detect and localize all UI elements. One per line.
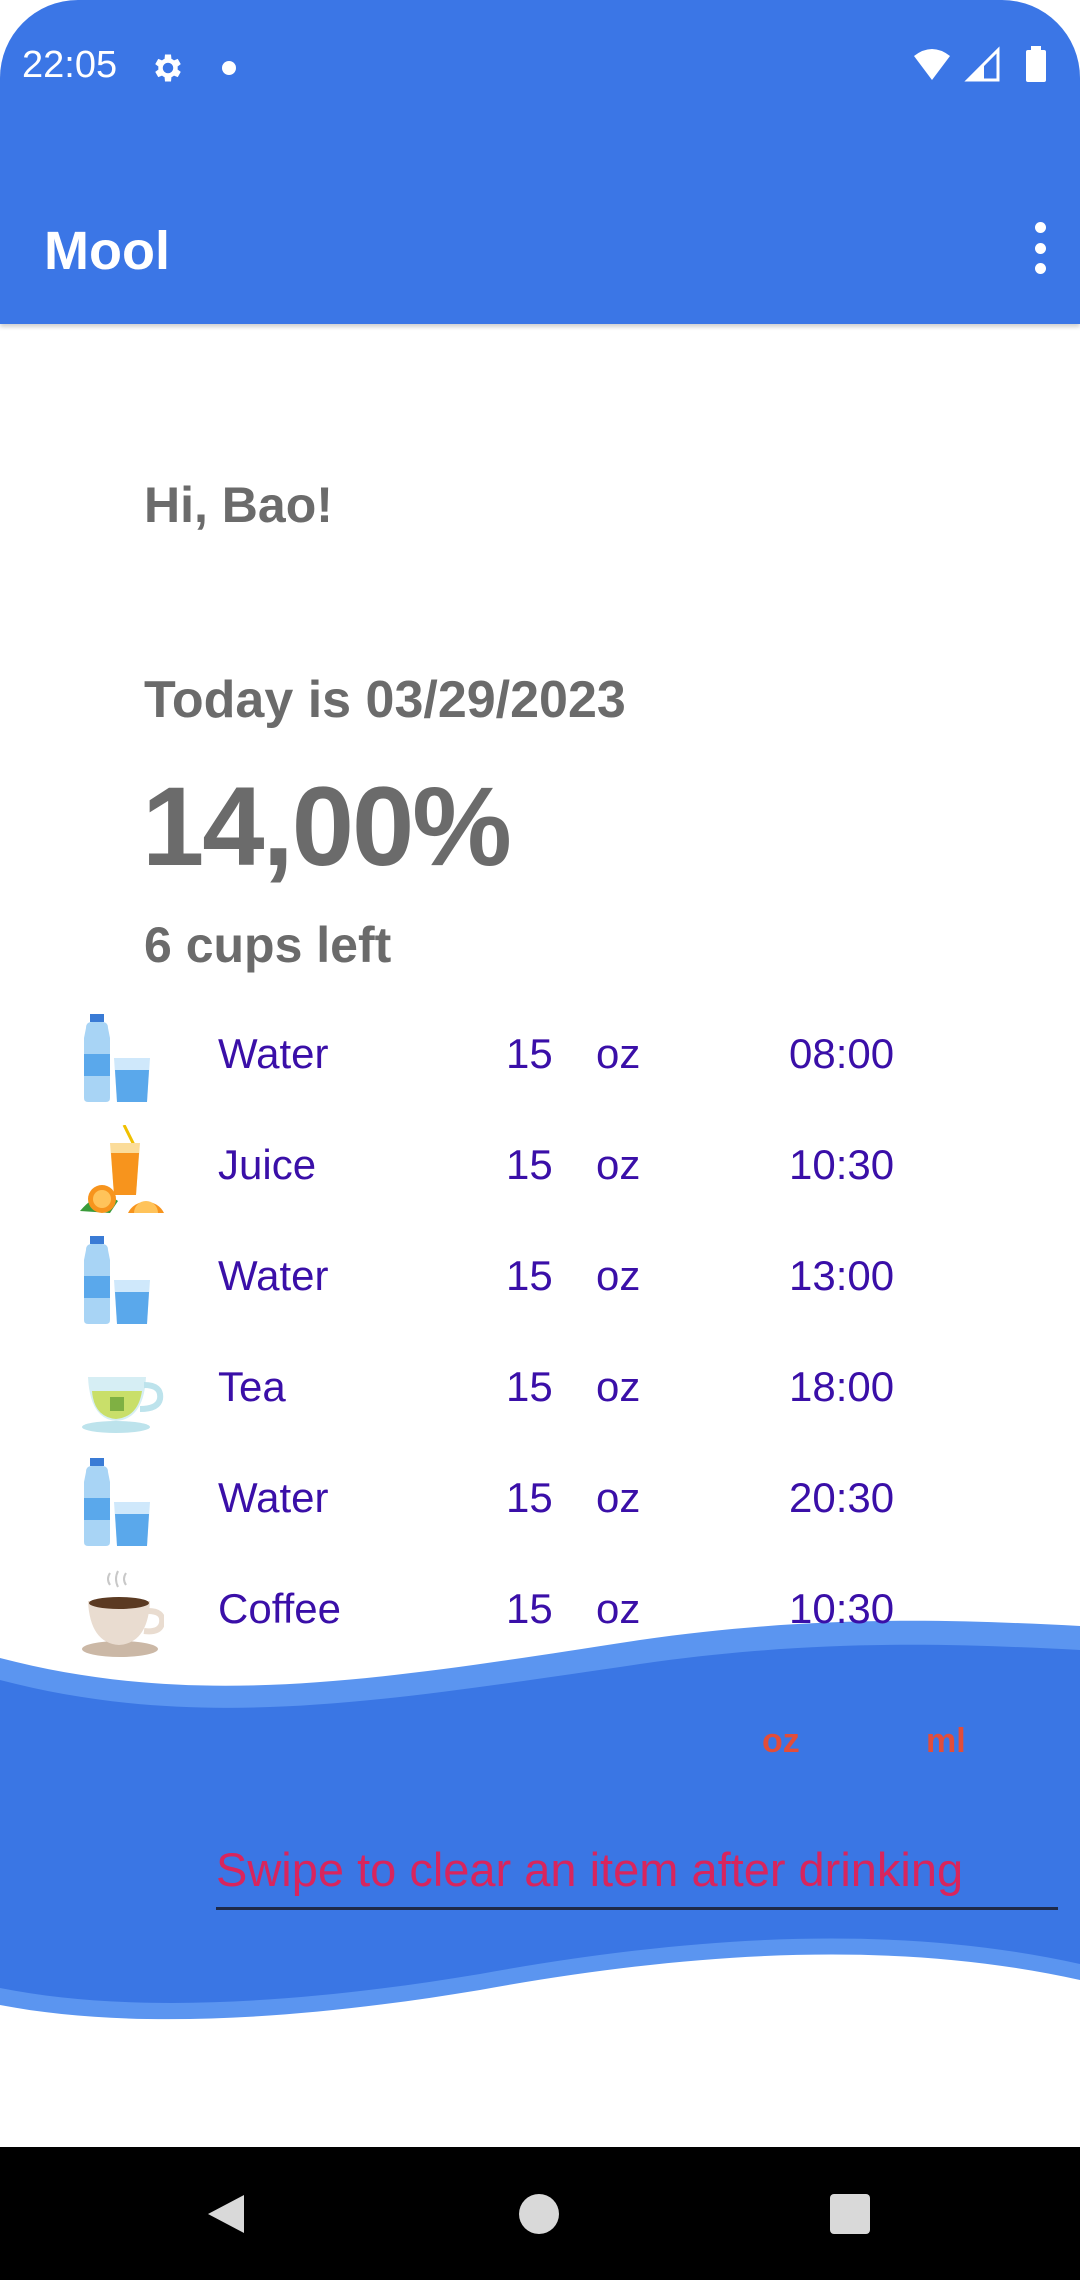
settings-gear-icon bbox=[155, 54, 181, 82]
drink-name: Water bbox=[218, 1030, 329, 1077]
greeting-text: Hi, Bao! bbox=[144, 477, 333, 533]
swipe-hint-field[interactable]: Swipe to clear an item after drinking bbox=[216, 1842, 1058, 1910]
drink-unit: oz bbox=[596, 1585, 641, 1632]
drink-unit: oz bbox=[596, 1141, 641, 1188]
drink-name: Tea bbox=[218, 1363, 286, 1410]
water-bottle-icon bbox=[84, 1236, 150, 1324]
orange-juice-icon bbox=[80, 1125, 164, 1213]
drink-unit: oz bbox=[596, 1363, 641, 1410]
unit-oz-toggle[interactable]: oz bbox=[762, 1722, 800, 1761]
wave-background bbox=[0, 1620, 1080, 2020]
drink-time: 20:30 bbox=[789, 1474, 895, 1521]
wifi-icon bbox=[914, 49, 950, 80]
drink-unit: oz bbox=[596, 1252, 641, 1299]
drink-amount: 15 bbox=[506, 1252, 553, 1299]
unit-ml-toggle[interactable]: ml bbox=[926, 1722, 966, 1761]
drink-time: 13:00 bbox=[789, 1252, 895, 1299]
more-vertical-icon bbox=[1034, 222, 1046, 233]
status-time: 22:05 bbox=[22, 44, 118, 86]
drink-time: 18:00 bbox=[789, 1363, 895, 1410]
drink-list: Water 15 oz 08:00 Juice 15 oz 10:30 Wate… bbox=[0, 1000, 1080, 1666]
drink-unit: oz bbox=[596, 1474, 641, 1521]
back-icon[interactable] bbox=[206, 2193, 246, 2235]
drink-amount: 15 bbox=[506, 1030, 553, 1077]
drink-amount: 15 bbox=[506, 1141, 553, 1188]
progress-percent: 14,00% bbox=[142, 764, 512, 889]
cellular-signal-icon bbox=[964, 46, 1000, 82]
drink-time: 08:00 bbox=[789, 1030, 895, 1077]
drink-amount: 15 bbox=[506, 1474, 553, 1521]
recents-icon[interactable] bbox=[830, 2194, 870, 2234]
water-bottle-icon bbox=[84, 1014, 150, 1102]
coffee-cup-icon bbox=[82, 1570, 164, 1657]
app-title: Mool bbox=[44, 221, 170, 281]
list-item[interactable]: Coffee 15 oz 10:30 bbox=[0, 1555, 1080, 1666]
system-nav-bar bbox=[0, 2147, 1080, 2280]
drink-time: 10:30 bbox=[789, 1585, 895, 1632]
list-item[interactable]: Juice 15 oz 10:30 bbox=[0, 1111, 1080, 1222]
drink-name: Coffee bbox=[218, 1585, 341, 1632]
drink-name: Water bbox=[218, 1252, 329, 1299]
list-item[interactable]: Water 15 oz 20:30 bbox=[0, 1444, 1080, 1555]
battery-icon bbox=[1026, 46, 1046, 82]
drink-time: 10:30 bbox=[789, 1141, 895, 1188]
app-screen: 22:05 Mool Hi, Bao! Today is 03/29/2023 … bbox=[0, 0, 1080, 2280]
list-item[interactable]: Water 15 oz 13:00 bbox=[0, 1222, 1080, 1333]
list-item[interactable]: Tea 15 oz 18:00 bbox=[0, 1333, 1080, 1444]
drink-amount: 15 bbox=[506, 1363, 553, 1410]
home-icon[interactable] bbox=[519, 2194, 559, 2234]
overflow-menu-button[interactable] bbox=[1020, 222, 1060, 274]
water-bottle-icon bbox=[84, 1458, 150, 1546]
drink-amount: 15 bbox=[506, 1585, 553, 1632]
date-text: Today is 03/29/2023 bbox=[144, 671, 626, 729]
drink-name: Juice bbox=[218, 1141, 317, 1188]
tea-cup-icon bbox=[82, 1377, 164, 1433]
drink-name: Water bbox=[218, 1474, 329, 1521]
app-bar: 22:05 Mool bbox=[0, 0, 1080, 324]
drink-unit: oz bbox=[596, 1030, 641, 1077]
cups-left-text: 6 cups left bbox=[144, 917, 392, 973]
status-icons bbox=[914, 46, 1046, 82]
notification-dot-icon bbox=[222, 61, 236, 75]
list-item[interactable]: Water 15 oz 08:00 bbox=[0, 1000, 1080, 1111]
